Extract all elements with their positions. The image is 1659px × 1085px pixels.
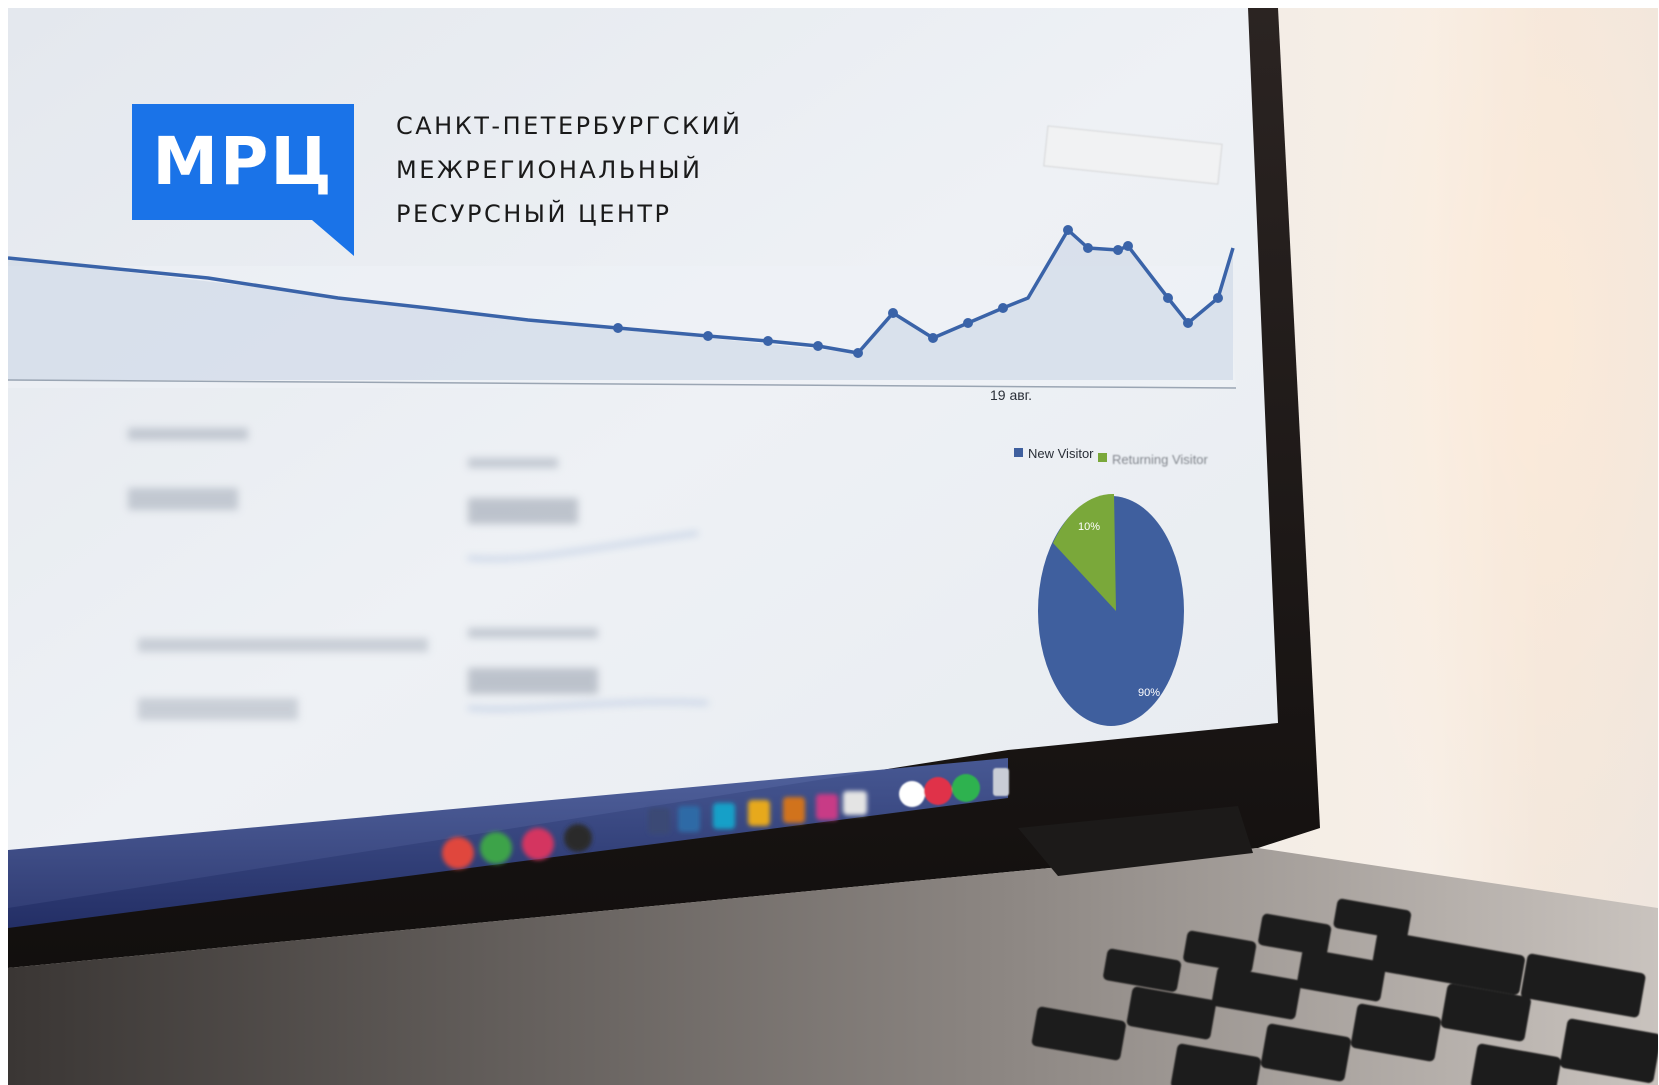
legend-new-label: New Visitor bbox=[1028, 446, 1094, 461]
organization-name: САНКТ-ПЕТЕРБУРГСКИЙ МЕЖРЕГИОНАЛЬНЫЙ РЕСУ… bbox=[396, 104, 743, 236]
mrc-logo: МРЦ bbox=[132, 104, 354, 256]
legend-returning-swatch bbox=[1098, 453, 1107, 462]
org-name-line-3: РЕСУРСНЫЙ ЦЕНТР bbox=[396, 200, 672, 228]
screen-date-label: 19 авг. bbox=[990, 387, 1032, 403]
pie-label-returning: 10% bbox=[1078, 521, 1100, 533]
org-name-line-2: МЕЖРЕГИОНАЛЬНЫЙ bbox=[396, 156, 703, 184]
legend-returning-label: Returning Visitor bbox=[1112, 452, 1209, 467]
legend-new-swatch bbox=[1014, 448, 1023, 457]
svg-text:МРЦ: МРЦ bbox=[152, 123, 333, 200]
org-name-line-1: САНКТ-ПЕТЕРБУРГСКИЙ bbox=[396, 112, 743, 140]
pie-label-new: 90% bbox=[1138, 687, 1160, 699]
photo-frame: 19 авг. New Visitor Returning Visitor 10… bbox=[8, 8, 1658, 1085]
